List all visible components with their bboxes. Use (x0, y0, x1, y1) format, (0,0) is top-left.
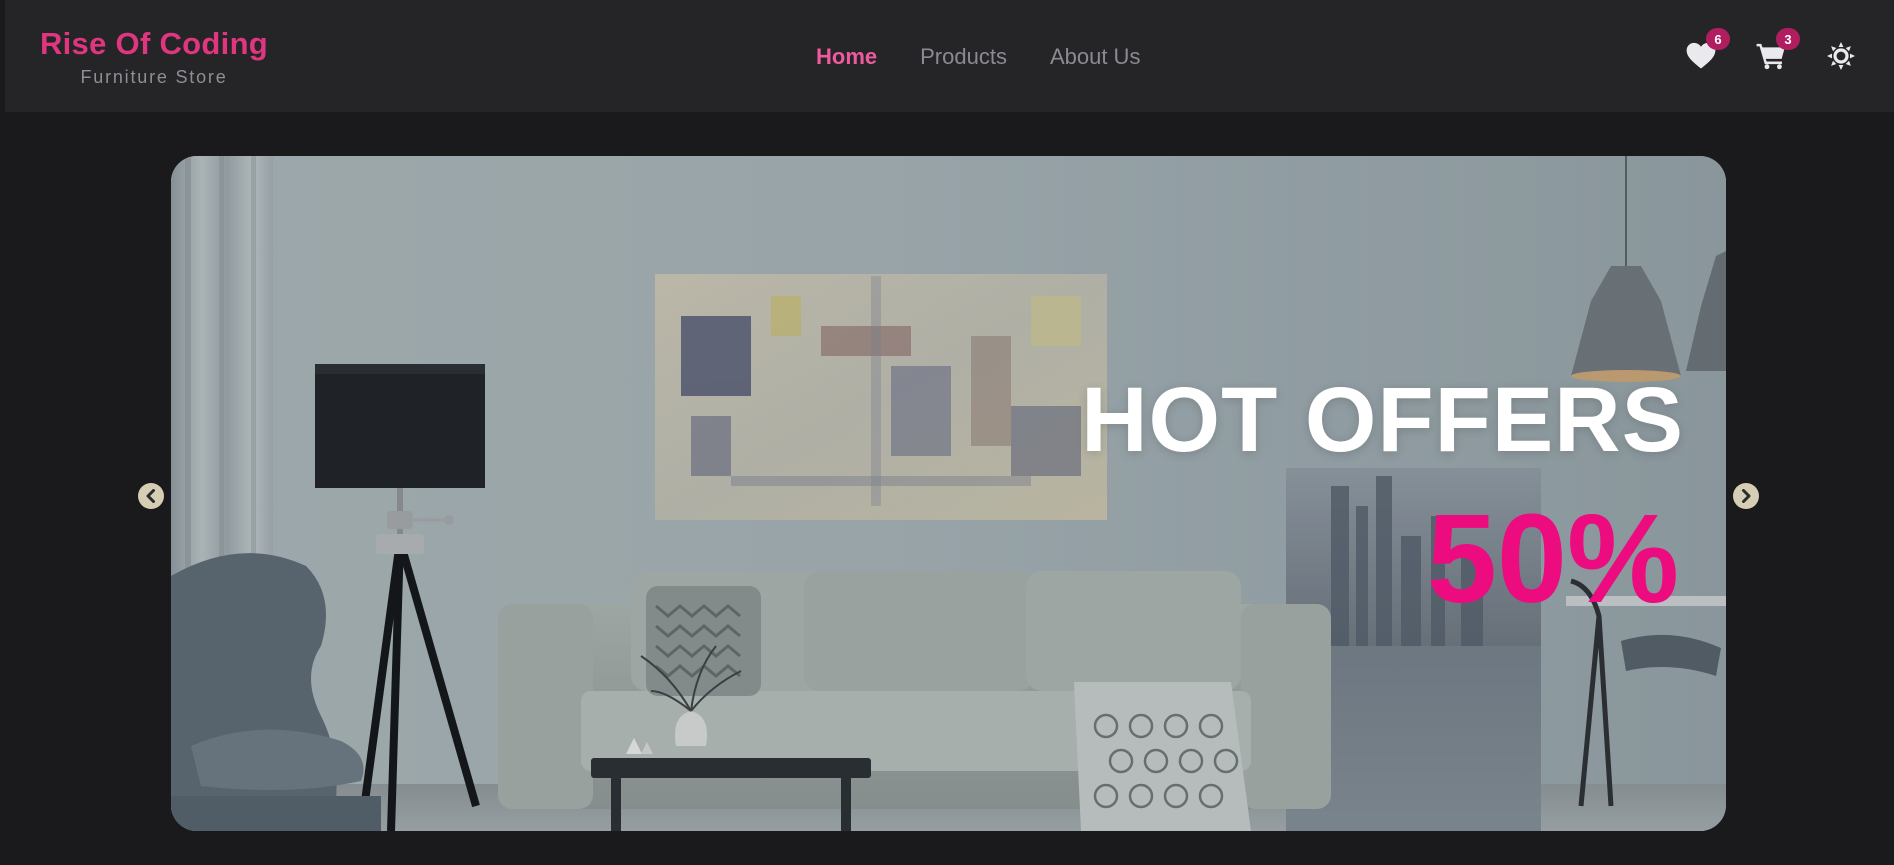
hero-carousel[interactable]: HOT OFFERS 50% (171, 156, 1726, 831)
nav-link-products[interactable]: Products (920, 44, 1007, 70)
chevron-left-icon (146, 489, 155, 503)
brand-title: Rise Of Coding (39, 26, 269, 61)
nav-link-about-us[interactable]: About Us (1050, 44, 1141, 70)
main-nav: Home Products About Us (816, 44, 1140, 70)
wishlist-count-badge: 6 (1706, 28, 1730, 50)
cart-count-badge: 3 (1776, 28, 1800, 50)
carousel-prev-button[interactable] (138, 483, 164, 509)
sun-icon (1827, 42, 1855, 70)
theme-toggle-button[interactable] (1826, 41, 1856, 71)
navbar: Rise Of Coding Furniture Store Home Prod… (5, 0, 1894, 112)
hero-discount: 50% (1426, 488, 1679, 629)
brand-subtitle: Furniture Store (80, 67, 228, 87)
carousel-next-button[interactable] (1733, 483, 1759, 509)
wishlist-button[interactable]: 6 (1686, 28, 1730, 70)
cart-button[interactable]: 3 (1756, 28, 1800, 70)
brand[interactable]: Rise Of Coding Furniture Store (39, 26, 269, 88)
chevron-right-icon (1742, 489, 1751, 503)
hero-title: HOT OFFERS (1081, 369, 1684, 471)
nav-link-home[interactable]: Home (816, 44, 877, 70)
